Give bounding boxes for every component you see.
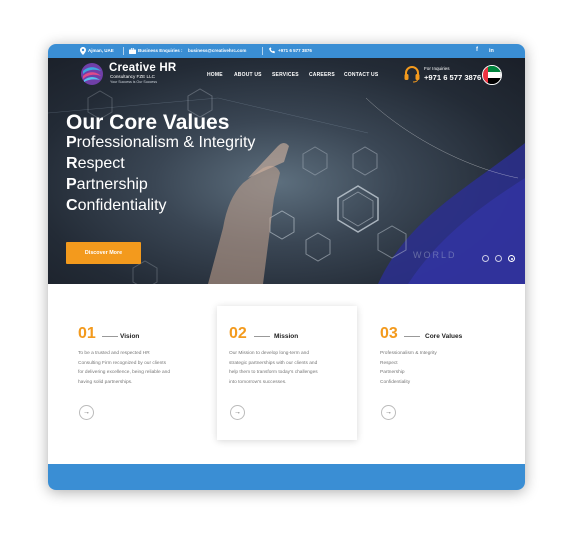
feature-description: To be a trusted and respected HR Consult… xyxy=(78,349,198,387)
nav-careers[interactable]: CAREERS xyxy=(309,72,335,78)
top-info-bar: Ajman, UAE Business Enquiries : business… xyxy=(48,44,525,58)
nav-contact-us[interactable]: CONTACT US xyxy=(344,72,378,78)
feature-text-line: Consulting Firm recognized by our client… xyxy=(78,360,166,366)
feature-text-line: strategic partnerships with our clients … xyxy=(229,360,318,366)
inquiry-label: For Inquiries xyxy=(424,66,450,71)
linkedin-icon[interactable]: in xyxy=(489,48,494,54)
core-value-line: Professionalism & Integrity xyxy=(66,134,255,152)
core-value-line: Respect xyxy=(66,155,125,173)
hero-slider: WORLD Creative HR Consultancy FZE LLC Yo… xyxy=(48,58,525,284)
facebook-icon[interactable]: f xyxy=(476,47,478,53)
feature-text-line: having solid partnerships. xyxy=(78,379,133,385)
uae-flag-icon[interactable] xyxy=(482,65,502,85)
divider-line xyxy=(102,336,118,337)
core-value-line: Confidentiality xyxy=(66,197,167,215)
value-initial: P xyxy=(66,176,77,193)
feature-text-line: help them to transform today's challenge… xyxy=(229,370,318,375)
divider xyxy=(262,47,263,55)
brand-subtitle: Consultancy FZE LLC xyxy=(110,74,155,79)
feature-title: Core Values xyxy=(425,333,463,340)
phone-icon xyxy=(269,47,275,54)
value-rest: rofessionalism & Integrity xyxy=(76,134,256,151)
mission-arrow-button[interactable]: → xyxy=(230,405,245,420)
hero-title: Our Core Values xyxy=(66,111,230,134)
feature-text-line: Professionalism & Integrity xyxy=(380,351,437,356)
brand-name[interactable]: Creative HR xyxy=(109,62,176,74)
briefcase-icon xyxy=(129,47,136,54)
map-pin-icon xyxy=(80,47,86,55)
discover-more-button[interactable]: Discover More xyxy=(66,242,141,264)
feature-text-line: for delivering excellence, being reliabl… xyxy=(78,370,170,375)
feature-text-line: To be a trusted and respected HR xyxy=(78,351,150,356)
svg-text:WORLD: WORLD xyxy=(413,250,457,260)
bottom-section-band xyxy=(48,464,525,490)
feature-text-line: Our Mission to develop long-term and xyxy=(229,351,309,356)
vision-arrow-button[interactable]: → xyxy=(79,405,94,420)
inquiry-phone-link[interactable]: +971 6 577 3876 xyxy=(424,73,481,82)
value-initial: C xyxy=(66,197,78,214)
location-text: Ajman, UAE xyxy=(88,48,114,53)
feature-text-line: Confidentiality xyxy=(380,379,411,385)
value-initial: R xyxy=(66,155,78,172)
phone-link[interactable]: +971 6 577 3876 xyxy=(278,48,312,53)
core-value-line: Partnership xyxy=(66,176,148,194)
core-values-arrow-button[interactable]: → xyxy=(381,405,396,420)
nav-services[interactable]: SERVICES xyxy=(272,72,299,78)
vision-mission-values-section: 01 Vision To be a trusted and respected … xyxy=(48,284,525,464)
value-rest: artnership xyxy=(76,176,148,193)
slider-dot-3-active[interactable] xyxy=(508,255,515,262)
value-rest: espect xyxy=(77,155,125,172)
feature-description: Our Mission to develop long-term and str… xyxy=(229,349,349,387)
main-navigation: Creative HR Consultancy FZE LLC Your Suc… xyxy=(48,58,525,90)
enquiries-email-link[interactable]: business@creativehrc.com xyxy=(188,48,246,53)
value-initial: P xyxy=(66,134,77,151)
headset-icon xyxy=(404,66,420,83)
feature-card-mission: 02 Mission Our Mission to develop long-t… xyxy=(217,306,357,440)
nav-about-us[interactable]: ABOUT US xyxy=(234,72,262,78)
divider-line xyxy=(254,336,270,337)
feature-title: Vision xyxy=(120,333,140,340)
value-rest: onfidentiality xyxy=(77,197,167,214)
feature-description: Professionalism & Integrity Respect Part… xyxy=(380,349,500,387)
logo-mark[interactable] xyxy=(80,62,104,86)
feature-number: 02 xyxy=(229,325,247,342)
feature-text-line: Respect xyxy=(380,360,398,366)
feature-number: 01 xyxy=(78,325,96,342)
feature-title: Mission xyxy=(274,333,299,340)
slider-dot-1[interactable] xyxy=(482,255,489,262)
slider-dot-2[interactable] xyxy=(495,255,502,262)
brand-tagline: Your Success is Our Success xyxy=(110,80,158,84)
browser-page: Ajman, UAE Business Enquiries : business… xyxy=(48,44,525,490)
enquiries-label: Business Enquiries : xyxy=(138,48,183,53)
feature-card-core-values: 03 Core Values Professionalism & Integri… xyxy=(380,306,520,440)
feature-card-vision: 01 Vision To be a trusted and respected … xyxy=(78,306,218,440)
feature-text-line: Partnership xyxy=(380,370,405,375)
feature-text-line: into tomorrow's successes. xyxy=(229,379,287,385)
divider xyxy=(123,47,124,55)
nav-home[interactable]: HOME xyxy=(207,72,223,78)
feature-number: 03 xyxy=(380,325,398,342)
divider-line xyxy=(404,336,420,337)
